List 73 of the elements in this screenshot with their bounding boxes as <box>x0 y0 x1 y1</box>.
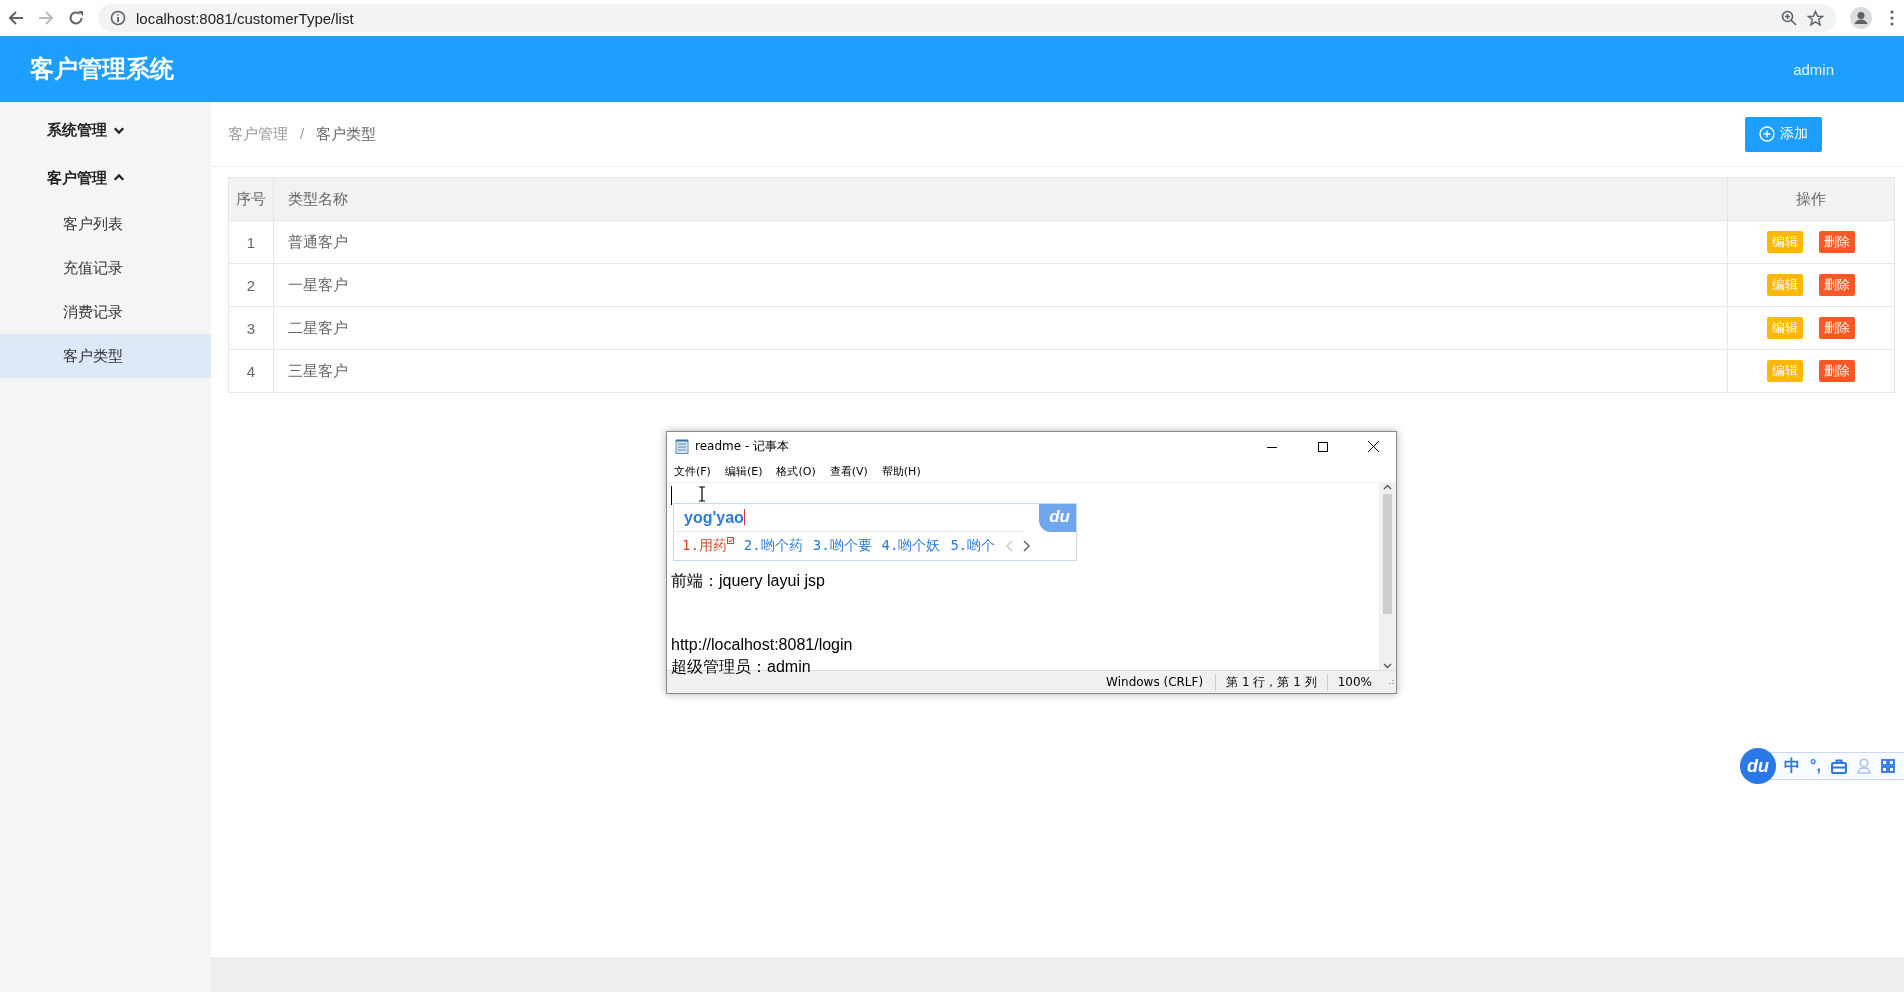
ime-toolbar-item[interactable]: 中 <box>1784 755 1800 777</box>
breadcrumb-link[interactable]: 客户管理 <box>228 124 288 144</box>
notepad-icon <box>675 439 689 454</box>
grid-icon[interactable] <box>1880 759 1895 773</box>
zoom-icon[interactable] <box>1781 10 1797 26</box>
check-icon <box>726 536 734 544</box>
ime-candidate[interactable]: 4.哟个妖 <box>881 536 941 555</box>
status-text: Windows (CRLF) <box>1105 674 1205 691</box>
account-icon[interactable] <box>1850 7 1872 29</box>
ime-candidate[interactable]: 3.哟个要 <box>812 536 872 555</box>
column-header: 操作 <box>1727 177 1895 221</box>
delete-button[interactable]: 删除 <box>1819 274 1855 296</box>
maximize-icon <box>1317 441 1328 452</box>
breadcrumb-separator: / <box>300 124 305 144</box>
ime-candidate[interactable]: 2.哟个药 <box>743 536 803 555</box>
breadcrumb-link[interactable]: 客户类型 <box>316 124 377 144</box>
address-bar[interactable]: localhost:8081/customerType/list <box>98 4 1836 32</box>
app-title: 客户管理系统 <box>30 54 174 84</box>
table-cell: 普通客户 <box>273 220 1728 264</box>
menu-item[interactable]: 编辑(E) <box>724 464 763 479</box>
status-text: 100% <box>1326 673 1382 691</box>
delete-button[interactable]: 删除 <box>1819 317 1855 339</box>
text-line: 超级管理员：admin <box>671 656 812 677</box>
status-text: 第 1 行，第 1 列 <box>1215 673 1327 691</box>
ime-candidate[interactable]: 1.用药 <box>682 536 734 555</box>
scroll-up-icon[interactable] <box>1383 483 1392 492</box>
window-title: readme - 记事本 <box>695 438 791 455</box>
ime-input[interactable]: yog'yao <box>674 504 1024 532</box>
ime-candidate[interactable]: 5.哟个 <box>950 536 996 555</box>
menu-group-label: 客户管理 <box>47 168 107 188</box>
table-cell: 一星客户 <box>273 263 1728 307</box>
text-cursor-icon <box>698 486 706 502</box>
info-icon[interactable] <box>110 10 126 26</box>
menu-item[interactable]: 文件(F) <box>674 464 711 479</box>
text-line: http://localhost:8081/login <box>671 635 854 655</box>
table-cell: 2 <box>228 263 274 307</box>
sidebar-item[interactable]: 消费记录 <box>0 290 211 334</box>
menu-item[interactable]: 格式(O) <box>776 464 816 479</box>
menu-icon[interactable] <box>1890 10 1894 26</box>
text-caret <box>671 486 672 505</box>
reload-icon[interactable] <box>68 10 84 26</box>
scrollbar[interactable] <box>1379 483 1396 670</box>
ime-logo[interactable]: du <box>1740 748 1776 784</box>
table-cell: 1 <box>228 220 274 264</box>
text-line: 前端：jquery layui jsp <box>671 570 826 591</box>
back-icon[interactable] <box>8 10 24 26</box>
url-text: localhost:8081/customerType/list <box>136 9 354 27</box>
table-cell: 二星客户 <box>273 306 1728 350</box>
next-page-icon[interactable] <box>1023 539 1032 552</box>
menu-group[interactable]: 系统管理 <box>0 106 125 154</box>
sidebar-item[interactable]: 客户类型 <box>0 334 211 378</box>
column-header: 序号 <box>228 177 274 221</box>
scroll-down-icon[interactable] <box>1383 661 1392 670</box>
delete-button[interactable]: 删除 <box>1819 360 1855 382</box>
user-name[interactable]: admin <box>1793 60 1834 78</box>
table-cell: 三星客户 <box>273 349 1728 393</box>
briefcase-icon[interactable] <box>1830 758 1847 774</box>
menu-item[interactable]: 查看(V) <box>829 464 868 479</box>
sidebar-item[interactable]: 充值记录 <box>0 246 211 290</box>
sidebar-item[interactable]: 客户列表 <box>0 202 211 246</box>
column-header: 类型名称 <box>273 177 1728 221</box>
close-icon <box>1368 441 1379 452</box>
menu-group-label: 系统管理 <box>47 120 107 140</box>
ime-toolbar-item[interactable]: °, <box>1810 757 1821 775</box>
add-button[interactable]: 添加 <box>1745 116 1822 152</box>
delete-button[interactable]: 删除 <box>1819 231 1855 253</box>
table-cell: 3 <box>228 306 274 350</box>
menu-group[interactable]: 客户管理 <box>0 154 125 202</box>
menu-item[interactable]: 帮助(H) <box>881 464 921 479</box>
table-cell: 4 <box>228 349 274 393</box>
ime-logo: du <box>1039 504 1076 532</box>
plus-circle-icon <box>1759 126 1775 142</box>
star-icon[interactable] <box>1807 9 1824 27</box>
